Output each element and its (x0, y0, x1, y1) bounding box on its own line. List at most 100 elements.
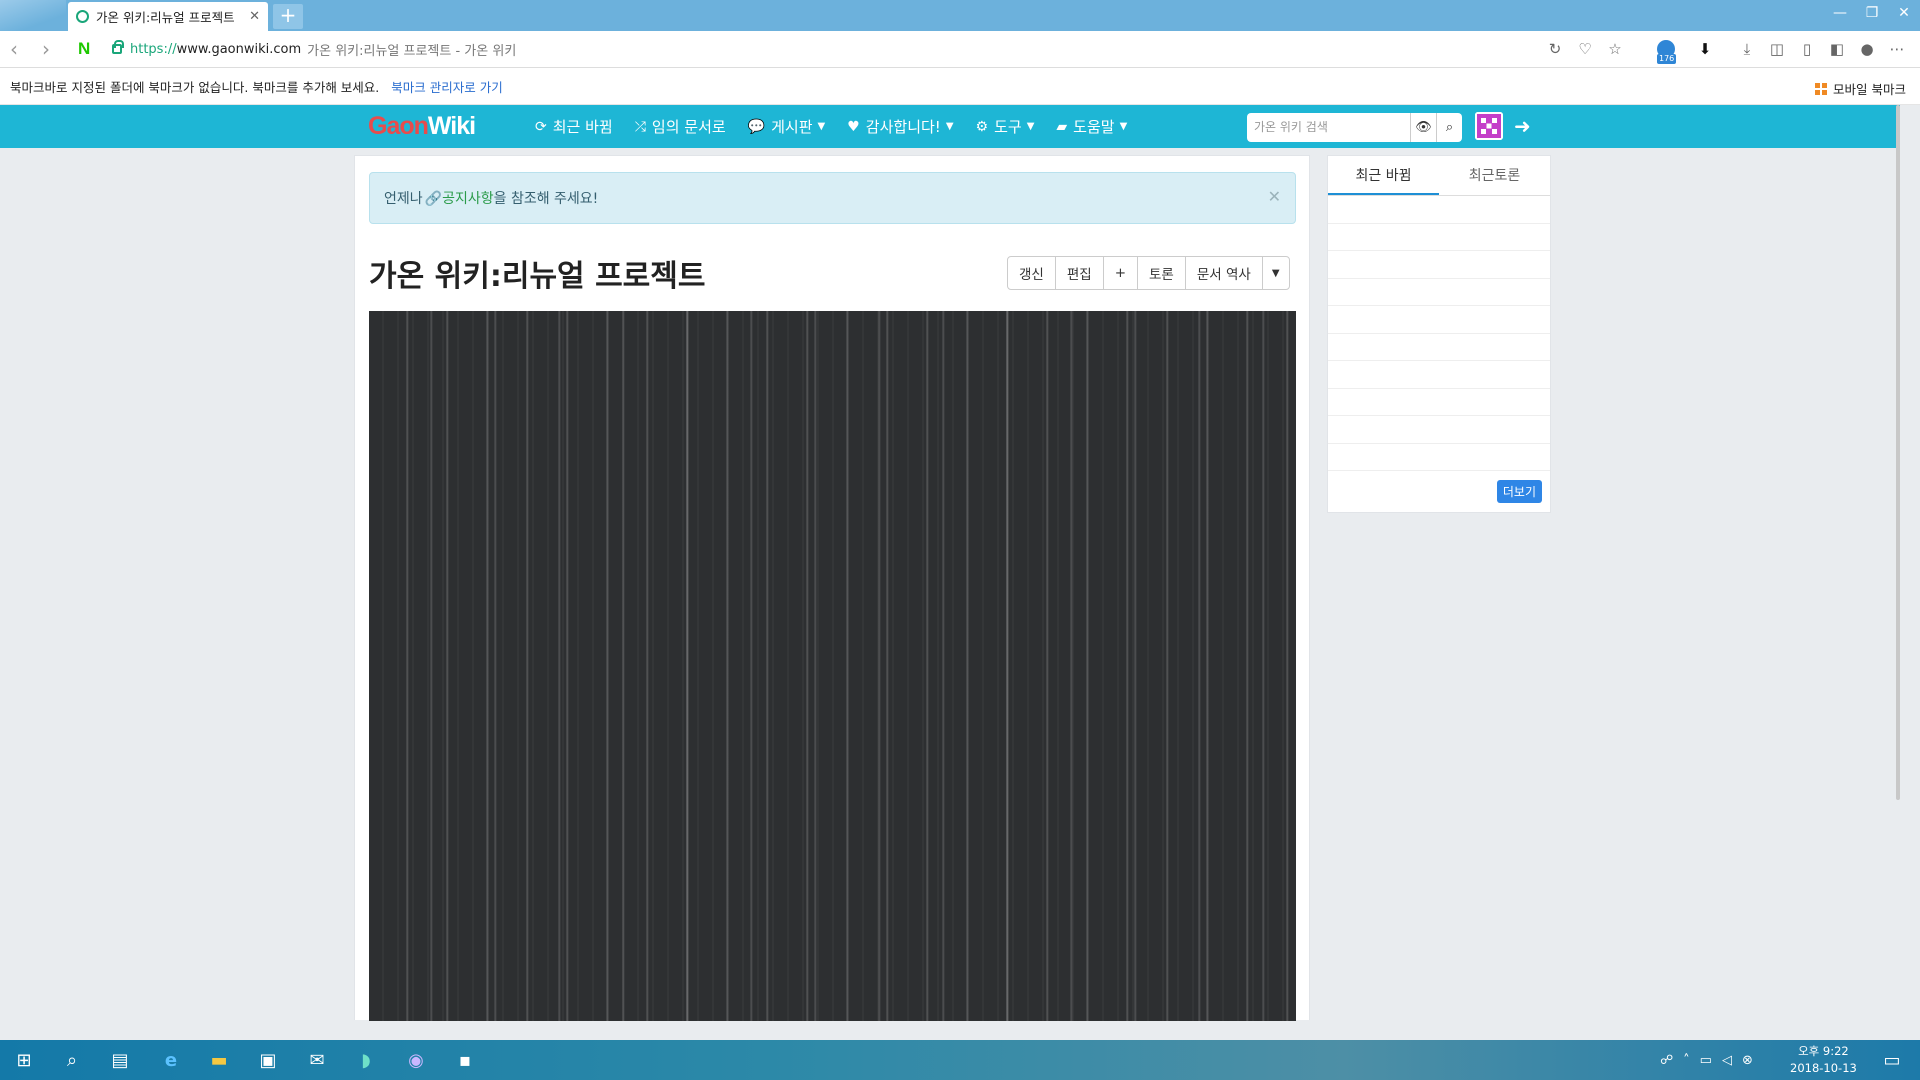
image-noise-pattern (369, 311, 1296, 1021)
back-icon[interactable]: ‹ (10, 39, 18, 59)
more-actions-caret-icon[interactable]: ▼ (1263, 257, 1289, 289)
address-toolbar: ‹ › N https://www.gaonwiki.com 가온 위키:리뉴얼… (0, 31, 1920, 68)
profile-avatar-icon[interactable]: ● (1852, 38, 1882, 60)
main-menu: ⟳ 최근 바뀜 ⤮ 임의 문서로 💬 게시판 ▼ ♥ 감사합니다! ▼ ⚙ 도구 ▼ ▰ 도움말 ▼ (535, 105, 1149, 148)
people-icon[interactable]: ☍ (1660, 1053, 1673, 1068)
store-icon[interactable]: ▣ (256, 1048, 280, 1072)
search-icon[interactable]: ⌕ (60, 1048, 84, 1072)
eye-icon[interactable]: 👁 (1410, 113, 1436, 142)
notice-link[interactable]: 🔗공지사항 (425, 188, 494, 208)
extension-badge[interactable]: 176 (1655, 40, 1679, 64)
list-item[interactable] (1328, 334, 1550, 361)
menu-label: 도구 (994, 118, 1022, 136)
book-icon: ▰ (1056, 118, 1068, 135)
site-logo[interactable]: GaonWiki (368, 112, 476, 141)
action-center-icon[interactable]: ▭ (1880, 1048, 1904, 1072)
search-icon[interactable]: ⌕ (1436, 113, 1462, 142)
list-item[interactable] (1328, 251, 1550, 279)
menu-thanks[interactable]: ♥ 감사합니다! ▼ (847, 116, 953, 137)
sidebar-icon[interactable]: ◧ (1822, 38, 1852, 60)
download-arrow-icon[interactable]: ⬇ (1690, 38, 1720, 60)
task-view-icon[interactable]: ▤ (108, 1048, 132, 1072)
logout-icon[interactable]: ➜ (1514, 114, 1531, 138)
tab-favicon-icon (76, 10, 89, 23)
history-button[interactable]: 문서 역사 (1186, 257, 1263, 289)
reader-icon[interactable]: ▯ (1792, 38, 1822, 60)
purge-button[interactable]: 갱신 (1008, 257, 1056, 289)
list-item[interactable] (1328, 224, 1550, 251)
gear-icon: ⚙ (975, 118, 989, 135)
downloads-icon[interactable]: ⤓ (1732, 38, 1762, 60)
mail-icon[interactable]: ✉ (305, 1048, 329, 1072)
url-input[interactable]: https://www.gaonwiki.com 가온 위키:리뉴얼 프로젝트 … (112, 35, 1582, 63)
menu-recent-changes[interactable]: ⟳ 최근 바뀜 (535, 116, 613, 137)
reload-icon[interactable]: ↻ (1540, 38, 1570, 60)
address-actions: ↻ ♡ ☆ (1540, 38, 1630, 60)
menu-help[interactable]: ▰ 도움말 ▼ (1056, 116, 1127, 137)
menu-random-page[interactable]: ⤮ 임의 문서로 (635, 116, 726, 137)
status-x-icon[interactable]: ⊗ (1742, 1053, 1753, 1068)
window-controls: — ❐ ✕ (1824, 0, 1920, 26)
discussion-button[interactable]: 토론 (1138, 257, 1186, 289)
clock[interactable]: 오후 9:22 2018-10-13 (1790, 1043, 1857, 1077)
whale-browser-icon[interactable]: ◗ (354, 1048, 378, 1072)
windows-start-icon[interactable]: ⊞ (12, 1048, 36, 1072)
capture-icon[interactable]: ◫ (1762, 38, 1792, 60)
article-image (369, 311, 1296, 1021)
minimize-icon[interactable]: — (1824, 0, 1856, 26)
mobile-bookmarks[interactable]: 모바일 북마크 (1815, 79, 1906, 98)
restore-icon[interactable]: ❐ (1856, 0, 1888, 26)
browser-tab[interactable]: 가온 위키:리뉴얼 프로젝트 ✕ (68, 2, 268, 31)
more-button[interactable]: 더보기 (1496, 480, 1542, 503)
list-item[interactable] (1328, 306, 1550, 334)
list-item[interactable] (1328, 279, 1550, 306)
logo-wiki: Wiki (427, 112, 476, 140)
list-item[interactable] (1328, 444, 1550, 471)
list-item[interactable] (1328, 389, 1550, 416)
volume-icon[interactable]: ◁ (1722, 1053, 1732, 1068)
page-title: 가온 위키:리뉴얼 프로젝트 (369, 259, 706, 294)
menu-board[interactable]: 💬 게시판 ▼ (748, 116, 826, 137)
chevron-up-icon[interactable]: ˄ (1683, 1053, 1690, 1068)
bookmark-star-icon[interactable]: ☆ (1600, 38, 1630, 60)
pocket-icon[interactable]: ♡ (1570, 38, 1600, 60)
terminal-icon[interactable]: ▪ (453, 1048, 477, 1072)
heart-icon: ♥ (847, 118, 860, 135)
notice-suffix: 을 참조해 주세요! (493, 191, 599, 207)
notice-alert: 언제나 🔗공지사항 을 참조해 주세요! ✕ (369, 172, 1296, 224)
menu-label: 게시판 (771, 118, 813, 136)
bookmark-manager-link[interactable]: 북마크 관리자로 가기 (391, 77, 502, 96)
more-menu-icon[interactable]: ⋯ (1882, 38, 1912, 60)
forward-icon[interactable]: › (42, 39, 50, 59)
tab-recent-changes[interactable]: 최근 바뀜 (1328, 156, 1439, 195)
caret-down-icon: ▼ (1026, 121, 1035, 132)
close-icon[interactable]: ✕ (1268, 187, 1281, 206)
url-scheme: https:// (130, 41, 177, 57)
caret-down-icon: ▼ (945, 121, 954, 132)
url-domain: www.gaonwiki.com (176, 41, 302, 57)
clock-time: 오후 9:22 (1798, 1044, 1849, 1058)
network-icon[interactable]: ▭ (1700, 1053, 1712, 1068)
user-avatar[interactable] (1475, 112, 1503, 140)
media-app-icon[interactable]: ◉ (404, 1048, 428, 1072)
file-explorer-icon[interactable]: ▬ (207, 1048, 231, 1072)
search-input[interactable]: 가온 위키 검색 (1247, 113, 1410, 142)
edit-button[interactable]: 편집 (1056, 257, 1104, 289)
caret-down-icon: ▼ (817, 121, 826, 132)
url-host: https://www.gaonwiki.com (130, 42, 301, 57)
list-item[interactable] (1328, 361, 1550, 389)
new-tab-button[interactable]: + (273, 4, 303, 29)
shuffle-icon: ⤮ (634, 118, 646, 135)
bookmark-bar: 북마크바로 지정된 폴더에 북마크가 없습니다. 북마크를 추가해 보세요. 북… (0, 68, 1920, 105)
menu-tools[interactable]: ⚙ 도구 ▼ (976, 116, 1035, 137)
add-section-button[interactable]: + (1104, 257, 1138, 289)
list-item[interactable] (1328, 416, 1550, 444)
edge-icon[interactable]: e (159, 1048, 183, 1072)
close-window-icon[interactable]: ✕ (1888, 0, 1920, 26)
list-item[interactable] (1328, 196, 1550, 224)
naver-icon[interactable]: N (78, 40, 96, 58)
tab-recent-discussions[interactable]: 최근토론 (1439, 156, 1550, 195)
article-actions: 갱신 편집 + 토론 문서 역사 ▼ (1007, 256, 1290, 290)
page-scrollbar[interactable] (1896, 105, 1900, 800)
tab-close-icon[interactable]: ✕ (249, 9, 260, 24)
